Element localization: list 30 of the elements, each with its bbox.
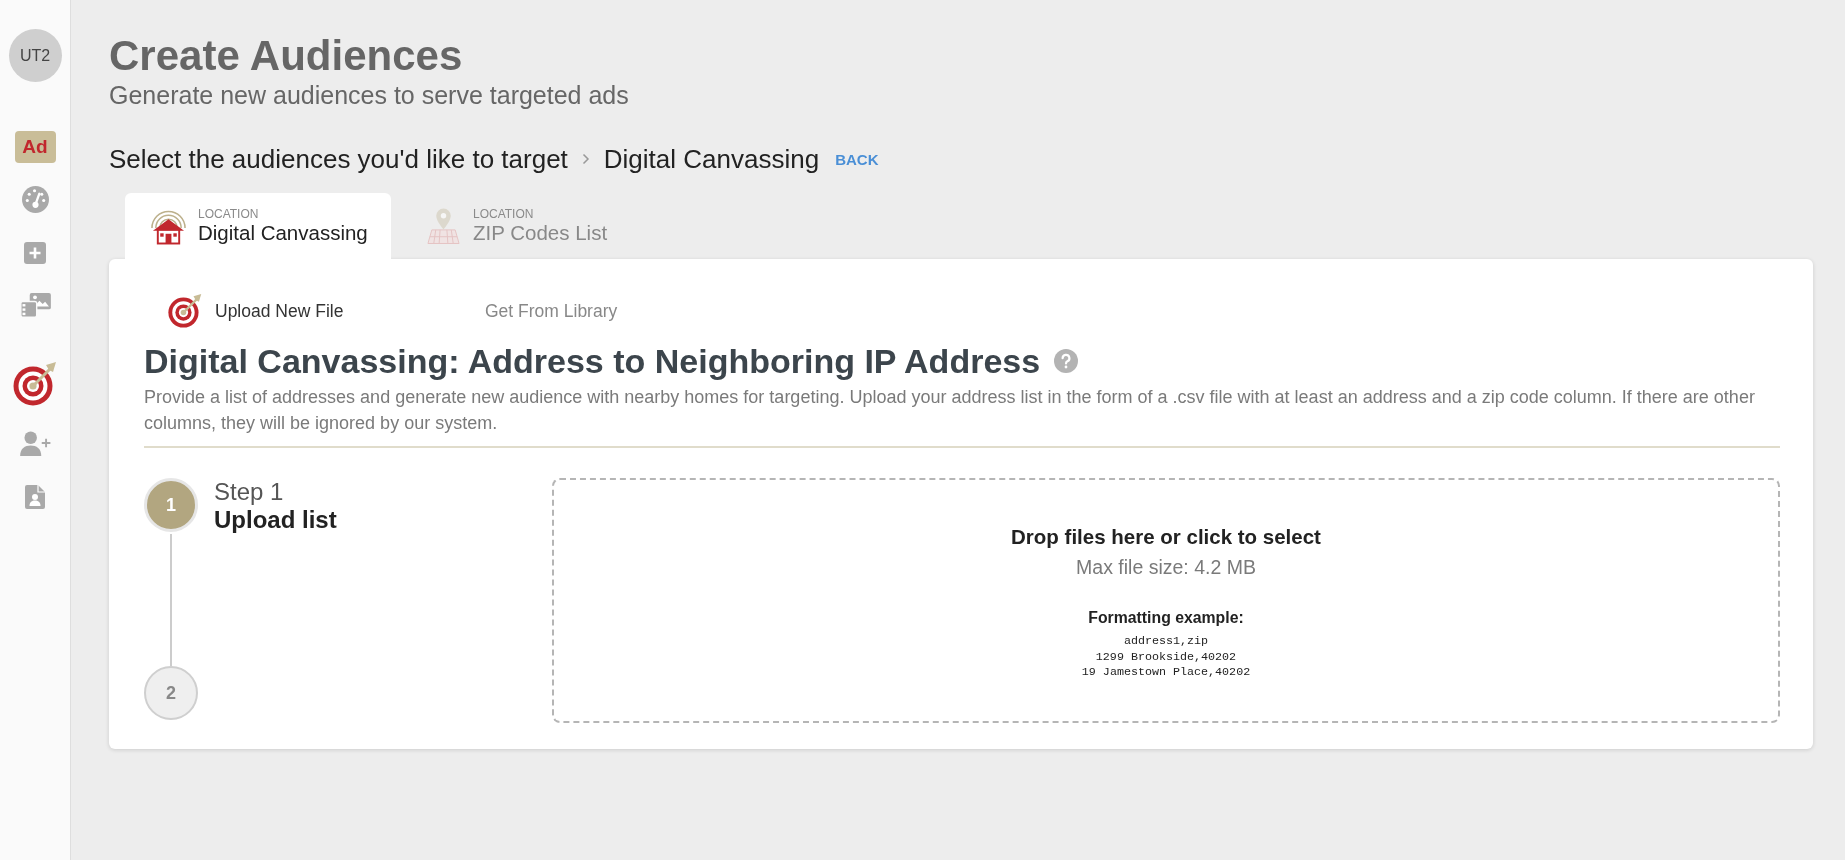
- help-icon[interactable]: [1054, 349, 1079, 373]
- source-tab[interactable]: Get From Library: [485, 291, 618, 331]
- user-avatar[interactable]: UT2: [8, 29, 62, 82]
- drop-prompt: Drop files here or click to select: [1011, 524, 1321, 550]
- add-user-icon[interactable]: [19, 431, 51, 456]
- page-subtitle: Generate new audiences to serve targeted ads: [109, 81, 629, 109]
- user-document-icon[interactable]: [25, 484, 45, 509]
- breadcrumb-link[interactable]: Select the audiences you'd like to target: [109, 144, 568, 174]
- page-title: Create Audiences: [109, 31, 463, 81]
- example-line: 1299 Brookside,40202: [1095, 649, 1237, 665]
- section-description: Provide a list of addresses and generate new audience with nearby homes for targeting. Upload your address list in the form of a .csv file with at least an address and a zip code column. If there are other columns, they will be ignored by our system.: [144, 386, 1756, 435]
- example-line: 19 Jamestown Place,40202: [1081, 665, 1251, 681]
- chevron-right-icon: [581, 153, 590, 165]
- section-heading: Digital Canvassing: Address to Neighboring IP Address: [144, 341, 1041, 381]
- media-gallery-icon[interactable]: [19, 293, 51, 318]
- file-size-limit: Max file size: 4.2 MB: [1076, 555, 1256, 579]
- example-heading: Formatting example:: [1088, 608, 1244, 628]
- gauge-icon[interactable]: [21, 186, 49, 213]
- source-tab[interactable]: Upload New File: [168, 291, 344, 331]
- audience-tab[interactable]: LOCATION Digital Canvassing: [125, 193, 391, 259]
- example-line: address1,zip: [1123, 634, 1209, 650]
- step-indicator: 2: [144, 666, 198, 720]
- add-icon[interactable]: [24, 241, 46, 264]
- file-drop-zone[interactable]: Drop files here or click to select Max file size: 4.2 MB Formatting example: address1,zip 1299 Brookside,40202 19 Jamestown Place,40202: [552, 478, 1780, 723]
- step-title: Upload list: [214, 506, 337, 534]
- target-icon[interactable]: [13, 362, 57, 406]
- step-indicator: 1: [144, 478, 198, 532]
- step-label: Step 1: [214, 478, 285, 506]
- map-pin-icon: [426, 207, 461, 245]
- breadcrumb-current: Digital Canvassing: [603, 144, 820, 174]
